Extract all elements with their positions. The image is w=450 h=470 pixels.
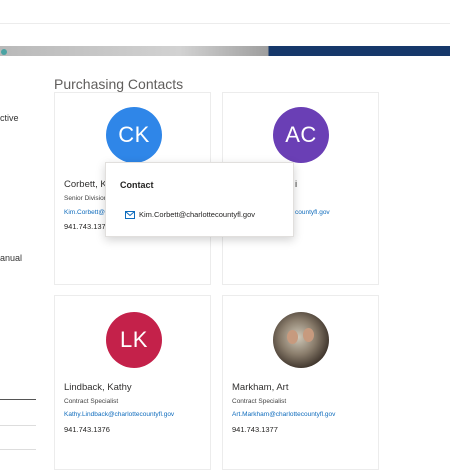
avatar[interactable]: LK: [106, 312, 162, 368]
contact-email[interactable]: Kim.Corbett@: [64, 209, 105, 216]
contact-email[interactable]: countyfl.gov: [295, 209, 330, 216]
top-bar: [0, 0, 450, 24]
avatar[interactable]: AC: [273, 107, 329, 163]
avatar-photo[interactable]: [273, 312, 329, 368]
contact-name: Lindback, Kathy: [64, 382, 132, 393]
contact-email[interactable]: Art.Markham@charlottecountyfl.gov: [232, 411, 335, 418]
contact-title: Contract Specialist: [232, 398, 287, 405]
contact-title: Senior Division: [64, 195, 108, 202]
avatar[interactable]: CK: [106, 107, 162, 163]
contact-phone: 941.743.1376: [64, 425, 110, 434]
sidebar-item-fragment[interactable]: anual: [0, 253, 22, 263]
sidebar-item-fragment[interactable]: ctive: [0, 113, 19, 123]
sidebar-divider: [0, 399, 36, 400]
contact-name: i: [295, 179, 298, 190]
popup-title: Contact: [120, 180, 154, 190]
contact-email[interactable]: Kathy.Lindback@charlottecountyfl.gov: [64, 411, 174, 418]
photo-face: [303, 328, 314, 342]
contact-card[interactable]: Markham, Art Contract Specialist Art.Mar…: [222, 295, 379, 470]
sidebar-divider: [0, 449, 36, 450]
section-heading: Purchasing Contacts: [54, 76, 184, 92]
band-dot: [1, 49, 7, 55]
contact-popup: Contact Kim.Corbett@charlottecountyfl.go…: [105, 162, 294, 237]
header-band: [0, 46, 450, 56]
sidebar-divider: [0, 425, 36, 426]
mail-icon: [125, 211, 135, 219]
contact-name: Markham, Art: [232, 382, 289, 393]
contact-card[interactable]: LK Lindback, Kathy Contract Specialist K…: [54, 295, 211, 470]
contact-name: Corbett, Ki: [64, 179, 109, 190]
popup-email[interactable]: Kim.Corbett@charlottecountyfl.gov: [139, 210, 255, 219]
contact-phone: 941.743.137: [64, 222, 106, 231]
contact-title: Contract Specialist: [64, 398, 119, 405]
contact-phone: 941.743.1377: [232, 425, 278, 434]
photo-face: [287, 330, 298, 344]
